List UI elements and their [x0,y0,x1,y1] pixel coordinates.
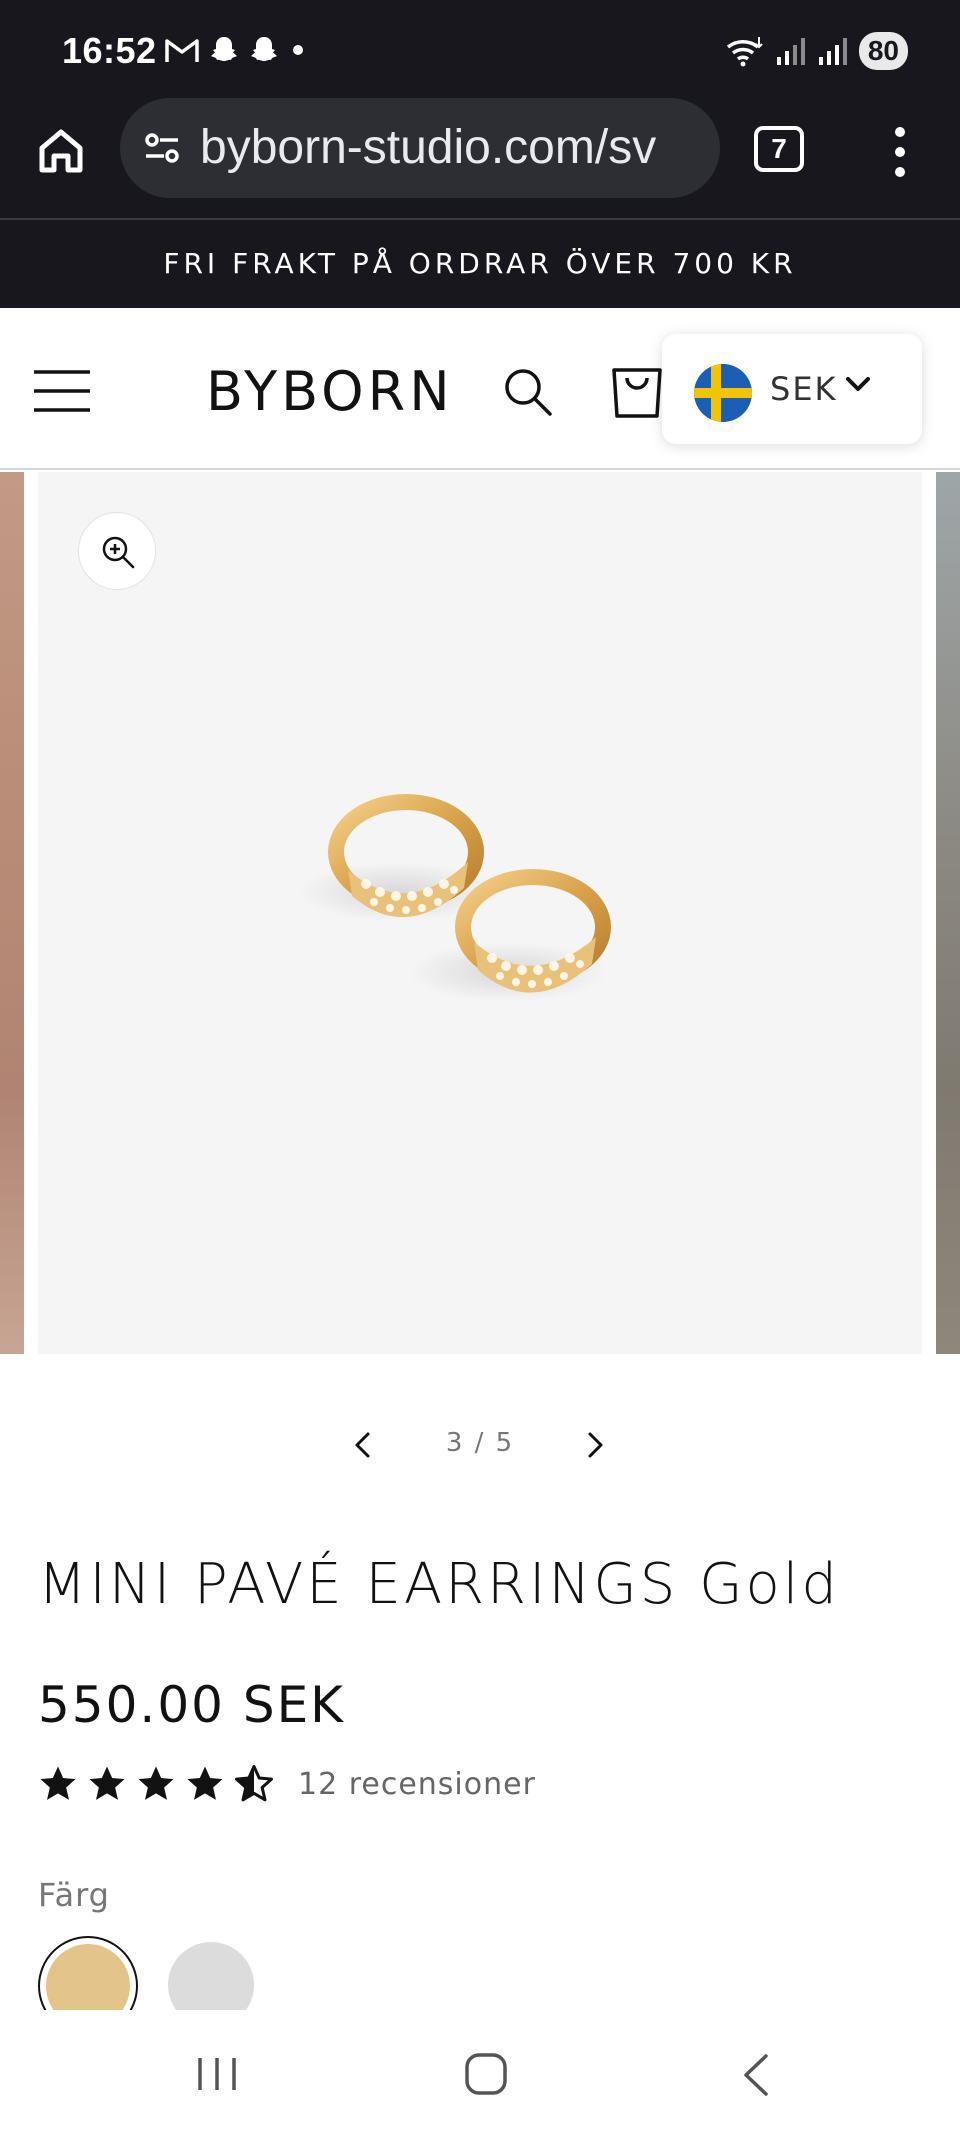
star-icon [138,1766,174,1800]
currency-selector[interactable]: SEK [662,334,922,444]
color-label: Färg [38,1876,110,1914]
notification-icons [164,34,308,66]
recents-button[interactable] [196,2054,238,2094]
recents-icon [198,2058,236,2090]
snapchat-icon [251,37,277,61]
review-count[interactable]: 12 recensioner [298,1767,536,1802]
snapchat-icon [211,37,237,61]
swatch-gold[interactable] [38,1936,138,2010]
search-icon [505,369,552,416]
home-icon [39,129,83,173]
cart-icon [612,368,662,418]
back-icon [744,2054,768,2096]
menu-icon [34,370,90,412]
product-rating[interactable]: 12 recensioner [38,1760,536,1808]
star-icon [89,1766,125,1800]
product-image[interactable] [38,472,922,1354]
url-text[interactable]: byborn-studio.com/sv [200,120,700,176]
gmail-icon [165,39,199,62]
currency-label: SEK [770,370,838,408]
zoom-button[interactable] [78,512,156,590]
color-swatches [38,1936,918,2010]
swatch-silver[interactable] [168,1942,254,2010]
earrings-image [298,794,611,1002]
previous-slide-peek[interactable] [0,472,24,1354]
slide-counter: 3 / 5 [445,1428,515,1458]
system-home-button[interactable] [464,2052,508,2096]
product-title: MINI PAVÉ EARRINGS Gold [38,1552,840,1617]
browser-menu-button[interactable] [880,122,920,182]
half-star-icon [235,1765,273,1802]
menu-button[interactable] [32,368,92,414]
site-header: BYBORN SEK [0,308,960,470]
previous-slide-button[interactable] [340,1422,386,1468]
status-indicators: 80 [725,32,908,70]
dot-icon [293,45,303,55]
product-price: 550.00 SEK [38,1676,345,1734]
home-icon [465,2053,507,2095]
status-bar: 16:52 80 [0,0,960,98]
signal-icon [818,38,847,65]
star-icon [187,1766,223,1800]
tab-switcher-button[interactable]: 7 [754,126,804,172]
sweden-flag-icon [694,364,752,422]
product-gallery[interactable] [0,472,960,1354]
site-settings-icon[interactable] [142,128,182,168]
cart-button[interactable] [608,360,666,422]
signal-icon [776,38,805,65]
zoom-in-icon [102,536,135,569]
system-nav-bar [0,2010,960,2133]
announcement-bar: FRI FRAKT PÅ ORDRAR ÖVER 700 KR [0,220,960,308]
next-slide-peek[interactable] [936,472,960,1354]
chevron-down-icon [846,377,870,391]
chevron-left-icon [355,1432,370,1458]
chevron-right-icon [588,1432,603,1458]
browser-home-button[interactable] [34,124,88,178]
search-button[interactable] [500,364,556,420]
status-time: 16:52 [62,30,157,71]
battery-indicator: 80 [858,32,908,70]
url-bar[interactable]: byborn-studio.com/sv [120,98,720,198]
browser-toolbar: byborn-studio.com/sv 7 [0,98,960,220]
slider-controls: 3 / 5 [0,1410,960,1480]
more-vert-icon [895,127,905,177]
system-back-button[interactable] [738,2052,772,2098]
wifi-icon [726,37,763,67]
star-icon [40,1766,76,1800]
next-slide-button[interactable] [572,1422,618,1468]
site-logo[interactable]: BYBORN [206,360,454,423]
rating-stars [38,1764,274,1804]
